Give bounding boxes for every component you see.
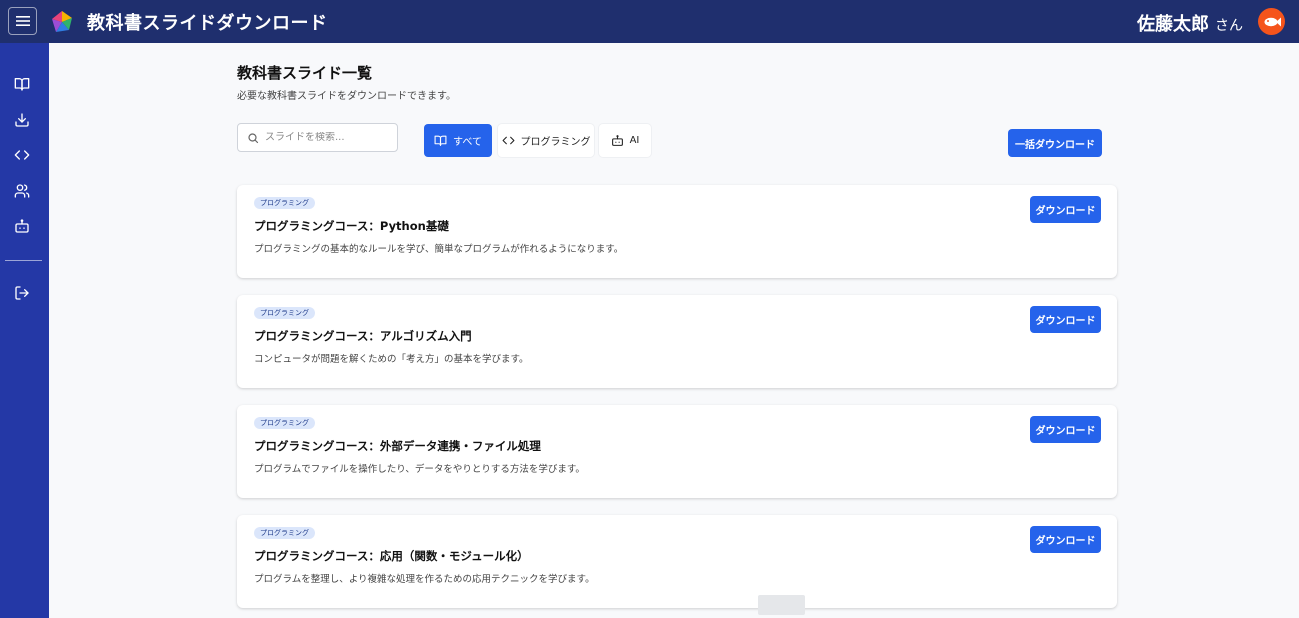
- slide-description: プログラムでファイルを操作したり、データをやりとりする方法を学びます。: [254, 464, 585, 475]
- top-bar: 教科書スライドダウンロード 佐藤太郎 さん: [0, 0, 1299, 43]
- logout-icon: [15, 286, 29, 300]
- slide-card: プログラミング プログラミングコース：Python基礎 プログラミングの基本的な…: [237, 185, 1117, 278]
- slide-title: プログラミングコース：外部データ連携・ファイル処理: [254, 439, 541, 453]
- code-icon: [14, 150, 30, 160]
- download-button[interactable]: ダウンロード: [1030, 526, 1101, 553]
- category-tag: プログラミング: [254, 197, 315, 209]
- user-honorific: さん: [1215, 18, 1243, 34]
- hamburger-menu-icon: [15, 16, 30, 26]
- sidebar-divider: [5, 260, 42, 261]
- category-tag: プログラミング: [254, 417, 315, 429]
- download-button[interactable]: ダウンロード: [1030, 196, 1101, 223]
- slide-title: プログラミングコース：Python基礎: [254, 219, 449, 233]
- slide-description: プログラミングの基本的なルールを学び、簡単なプログラムが作れるようになります。: [254, 244, 624, 255]
- code-icon: [502, 136, 514, 145]
- avatar[interactable]: [1258, 8, 1285, 35]
- sidebar-item-users[interactable]: [13, 182, 31, 200]
- fish-avatar-icon: [1264, 17, 1281, 26]
- user-name: 佐藤太郎: [1137, 14, 1209, 35]
- filter-all[interactable]: すべて: [424, 124, 492, 157]
- book-icon: [434, 135, 447, 146]
- slide-description: プログラムを整理し、より複雑な処理を作るための応用テクニックを学びます。: [254, 574, 595, 585]
- filter-ai-label: AI: [629, 135, 640, 146]
- users-icon: [14, 184, 30, 198]
- download-icon: [15, 113, 29, 127]
- download-button[interactable]: ダウンロード: [1030, 416, 1101, 443]
- filter-all-label: すべて: [453, 137, 482, 148]
- slide-description: コンピュータが問題を解くための「考え方」の基本を学びます。: [254, 354, 529, 365]
- filter-ai[interactable]: AI: [599, 124, 651, 157]
- book-icon: [14, 78, 30, 91]
- slide-title: プログラミングコース：アルゴリズム入門: [254, 329, 472, 343]
- sidebar-item-download[interactable]: [13, 111, 31, 129]
- download-button[interactable]: ダウンロード: [1030, 306, 1101, 333]
- search-icon: [248, 132, 259, 143]
- robot-icon: [611, 135, 623, 146]
- bulk-download-button[interactable]: 一括ダウンロード: [1008, 129, 1102, 157]
- robot-icon: [15, 219, 29, 233]
- category-tag: プログラミング: [254, 307, 315, 319]
- search-input[interactable]: [265, 132, 395, 143]
- user-greeting: 佐藤太郎 さん: [1137, 10, 1243, 36]
- page-title: 教科書スライド一覧: [237, 64, 373, 82]
- sidebar-item-book[interactable]: [13, 75, 31, 93]
- hamburger-menu-button[interactable]: [8, 7, 37, 35]
- filter-programming[interactable]: プログラミング: [498, 124, 594, 157]
- filter-programming-label: プログラミング: [520, 137, 591, 148]
- sidebar-item-ai[interactable]: [13, 217, 31, 235]
- page-subtitle: 必要な教科書スライドをダウンロードできます。: [237, 91, 456, 102]
- scroll-handle[interactable]: [758, 595, 805, 615]
- search-box[interactable]: [237, 123, 398, 152]
- sidebar: [0, 43, 49, 618]
- gem-logo-icon: [52, 11, 72, 32]
- app-title: 教科書スライドダウンロード: [87, 13, 328, 34]
- slide-title: プログラミングコース：応用（関数・モジュール化）: [254, 549, 529, 563]
- category-tag: プログラミング: [254, 527, 315, 539]
- slide-card: プログラミング プログラミングコース：応用（関数・モジュール化） プログラムを整…: [237, 515, 1117, 608]
- slide-card: プログラミング プログラミングコース：アルゴリズム入門 コンピュータが問題を解く…: [237, 295, 1117, 388]
- sidebar-item-logout[interactable]: [13, 284, 31, 302]
- sidebar-item-code[interactable]: [13, 146, 31, 164]
- slide-card: プログラミング プログラミングコース：外部データ連携・ファイル処理 プログラムで…: [237, 405, 1117, 498]
